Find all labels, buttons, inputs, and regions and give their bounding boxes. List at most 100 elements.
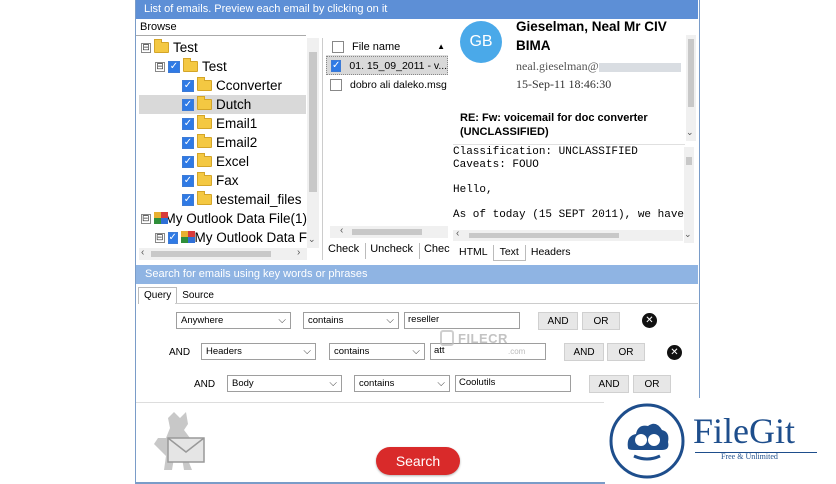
tree-item-testemail-files[interactable]: ✓ testemail_files	[139, 190, 307, 209]
and-button[interactable]: AND	[538, 312, 578, 330]
select-value: Body	[232, 378, 254, 389]
or-button[interactable]: OR	[633, 375, 671, 393]
check-button[interactable]: Check	[328, 243, 359, 259]
tree-item-label: Email2	[216, 135, 258, 150]
and-button[interactable]: AND	[564, 343, 604, 361]
search-tabs: Query Source	[138, 287, 219, 304]
scroll-left-arrow-icon[interactable]: ‹	[456, 228, 459, 239]
scroll-left-arrow-icon[interactable]: ‹	[340, 225, 343, 236]
tree-item-excel[interactable]: ✓ Excel	[139, 152, 307, 171]
tree-item-fax[interactable]: ✓ Fax	[139, 171, 307, 190]
field-select[interactable]: Body ⌵	[227, 375, 342, 392]
scrollbar-thumb[interactable]	[469, 233, 619, 238]
tree-item-email1[interactable]: ✓ Email1	[139, 114, 307, 133]
tree-item-cconverter[interactable]: ✓ Cconverter	[139, 76, 307, 95]
or-button[interactable]: OR	[607, 343, 645, 361]
dog-mascot-icon	[154, 412, 205, 470]
checkbox-checked-icon[interactable]: ✓	[182, 98, 194, 111]
chevron-down-icon: ⌵	[303, 346, 311, 357]
checkbox-checked-icon[interactable]: ✓	[182, 117, 194, 130]
tree-horizontal-scrollbar[interactable]: ‹ ›	[139, 247, 307, 260]
checkbox-unchecked-icon[interactable]	[330, 78, 342, 91]
pane-divider[interactable]	[322, 38, 323, 260]
remove-row-icon[interactable]: ✕	[642, 313, 657, 328]
file-list-buttons: Check Uncheck Check	[328, 243, 455, 259]
scrollbar-thumb[interactable]	[688, 39, 694, 107]
body-line	[453, 171, 685, 184]
tree-vertical-scrollbar[interactable]: ⌄	[307, 38, 319, 248]
chevron-down-icon: ⌵	[412, 346, 420, 357]
collapse-icon[interactable]: ⊟	[155, 61, 165, 72]
scrollbar-thumb[interactable]	[352, 229, 422, 235]
keyword-input[interactable]: Coolutils	[455, 375, 571, 392]
or-button[interactable]: OR	[582, 312, 620, 330]
column-header-file-name[interactable]: File name	[352, 41, 400, 53]
checkbox-checked-icon[interactable]: ✓	[168, 60, 180, 73]
tree-item-test-root[interactable]: ⊟ Test	[139, 38, 307, 57]
select-all-checkbox[interactable]	[332, 40, 344, 53]
search-button[interactable]: Search	[376, 447, 460, 475]
file-row[interactable]: dobro ali daleko.msg	[326, 75, 448, 94]
scroll-down-arrow-icon[interactable]: ⌄	[684, 229, 692, 240]
checkbox-checked-icon[interactable]: ✓	[331, 59, 342, 72]
select-value: contains	[359, 378, 395, 389]
tree-item-test[interactable]: ⊟ ✓ Test	[139, 57, 307, 76]
scroll-right-arrow-icon[interactable]: ›	[297, 247, 300, 258]
operator-select[interactable]: contains ⌵	[303, 312, 399, 329]
body-line	[453, 196, 685, 209]
collapse-icon[interactable]: ⊟	[141, 213, 151, 224]
scrollbar-thumb[interactable]	[309, 52, 317, 192]
field-select[interactable]: Headers ⌵	[201, 343, 316, 360]
tab-source[interactable]: Source	[177, 287, 219, 304]
collapse-icon[interactable]: ⊟	[155, 232, 165, 243]
body-vertical-scrollbar[interactable]: ⌄	[684, 147, 694, 243]
title-bar: List of emails. Preview each email by cl…	[136, 0, 698, 19]
scroll-down-arrow-icon[interactable]: ⌄	[686, 127, 694, 138]
tab-headers[interactable]: Headers	[526, 245, 576, 261]
tab-text[interactable]: Text	[492, 245, 526, 261]
keyword-input[interactable]: reseller	[404, 312, 520, 329]
scroll-down-arrow-icon[interactable]: ⌄	[308, 234, 316, 245]
checkbox-checked-icon[interactable]: ✓	[182, 136, 194, 149]
tab-underline	[175, 303, 698, 304]
body-horizontal-scrollbar[interactable]: ‹	[453, 228, 683, 241]
operator-select[interactable]: contains ⌵	[329, 343, 425, 360]
folder-icon	[197, 96, 212, 110]
uncheck-button[interactable]: Uncheck	[370, 243, 413, 259]
folder-icon	[183, 58, 198, 72]
checkbox-checked-icon[interactable]: ✓	[182, 174, 194, 187]
operator-select[interactable]: contains ⌵	[354, 375, 450, 392]
pst-file-icon	[180, 231, 195, 244]
tab-browse[interactable]: Browse	[136, 19, 306, 36]
tree-item-outlook-data-f[interactable]: ⊟ ✓ My Outlook Data F	[139, 228, 307, 247]
tree-item-email2[interactable]: ✓ Email2	[139, 133, 307, 152]
tree-item-outlook-data-file[interactable]: ⊟ My Outlook Data File(1)	[139, 209, 307, 228]
tree-item-label: My Outlook Data F	[194, 230, 307, 245]
tree-item-dutch[interactable]: ✓ Dutch	[139, 95, 306, 114]
select-value: Headers	[206, 346, 242, 357]
tab-query[interactable]: Query	[138, 287, 178, 304]
sender-email: neal.gieselman@	[516, 59, 681, 74]
header-scrollbar[interactable]: ⌄	[686, 35, 696, 141]
file-list-header[interactable]: File name ▲	[326, 38, 448, 56]
folder-icon	[197, 191, 212, 205]
collapse-icon[interactable]: ⊟	[141, 42, 151, 53]
checkbox-checked-icon[interactable]: ✓	[167, 231, 178, 244]
file-list-horizontal-scrollbar[interactable]: ‹	[330, 225, 448, 238]
and-button[interactable]: AND	[589, 375, 629, 393]
scroll-left-arrow-icon[interactable]: ‹	[141, 247, 144, 258]
file-row[interactable]: ✓ 01. 15_09_2011 - v...	[326, 56, 448, 75]
filegit-subtitle: Free & Unlimited	[721, 452, 778, 461]
checkbox-checked-icon[interactable]: ✓	[182, 79, 194, 92]
remove-row-icon[interactable]: ✕	[667, 345, 682, 360]
tree-item-label: Dutch	[216, 97, 252, 112]
field-select[interactable]: Anywhere ⌵	[176, 312, 291, 329]
checkbox-checked-icon[interactable]: ✓	[182, 155, 194, 168]
scrollbar-thumb[interactable]	[151, 251, 271, 257]
filecr-logo-icon	[440, 330, 454, 346]
body-line: As of today (15 SEPT 2011), we have	[453, 208, 685, 221]
tab-html[interactable]: HTML	[454, 245, 493, 261]
checkbox-checked-icon[interactable]: ✓	[182, 193, 194, 206]
scrollbar-thumb[interactable]	[686, 157, 692, 165]
connector-label: AND	[169, 347, 191, 358]
